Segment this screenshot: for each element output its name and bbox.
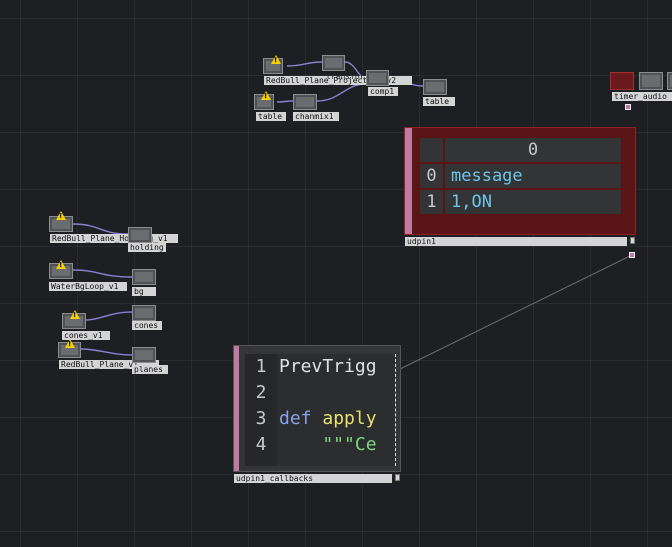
scroll-edge xyxy=(395,354,397,466)
table-row: 1 1,ON xyxy=(418,188,623,216)
timer-node[interactable] xyxy=(610,72,634,90)
callbacks-node-label: udpin1_callbacks xyxy=(234,474,392,483)
warning-icon xyxy=(56,211,66,220)
line-number: 2 xyxy=(255,382,267,403)
bg-null-node[interactable] xyxy=(132,269,156,285)
holding-null-node[interactable] xyxy=(128,227,152,243)
cones-null-node[interactable] xyxy=(132,305,156,321)
udpin-table-viewer[interactable]: 0 0 message 1 1,ON xyxy=(404,127,636,235)
table2-node-label: table xyxy=(423,97,455,106)
warning-icon xyxy=(56,260,66,269)
warning-icon xyxy=(271,55,281,64)
code-function-name: apply xyxy=(322,408,377,429)
code-docstring: """Ce xyxy=(279,434,377,455)
line-number: 4 xyxy=(255,434,267,455)
warning-icon xyxy=(261,91,271,100)
code-line: PrevTrigg xyxy=(279,354,377,380)
table-cell[interactable]: 1,ON xyxy=(443,188,623,216)
chanmix-node[interactable] xyxy=(293,94,317,110)
cones-null-label: cones xyxy=(132,321,162,330)
viewer-flag[interactable] xyxy=(630,237,635,244)
water-source-label: WaterBgLoop_v1 xyxy=(49,282,127,291)
row-index: 1 xyxy=(418,188,445,216)
comp-node[interactable] xyxy=(366,70,389,86)
warning-icon xyxy=(65,339,75,348)
table-header-row: 0 xyxy=(418,136,623,164)
line-number: 3 xyxy=(255,408,267,429)
audio-node[interactable] xyxy=(639,72,663,90)
callbacks-text-viewer[interactable]: 1 2 3 4 PrevTrigg def apply """Ce xyxy=(233,345,401,472)
line-number-gutter: 1 2 3 4 xyxy=(245,354,277,466)
bg-null-label: bg xyxy=(132,287,156,296)
column-header: 0 xyxy=(443,136,623,164)
transform-node-label: transform xyxy=(326,72,364,81)
cluster-output-port[interactable] xyxy=(625,104,631,110)
planes-null-node[interactable] xyxy=(132,347,156,363)
udpin-node-label: udpin1 xyxy=(405,237,627,246)
planes-null-label: planes xyxy=(132,365,168,374)
code-area[interactable]: PrevTrigg def apply """Ce xyxy=(277,354,395,466)
holding-null-label: holding xyxy=(128,243,166,252)
code-identifier: PrevTrigg xyxy=(279,356,377,377)
viewer-active-stripe xyxy=(405,128,412,234)
comp-node-label: comp1 xyxy=(368,87,398,96)
holding-source-label: RedBull_Plane_Holding_v1 xyxy=(50,234,178,243)
table2-node[interactable] xyxy=(423,79,447,95)
table1-node-label: table xyxy=(256,112,286,121)
transform-node[interactable] xyxy=(322,55,345,71)
line-number: 1 xyxy=(255,356,267,377)
table-row: 0 message xyxy=(418,162,623,190)
udpin-callback-port[interactable] xyxy=(629,252,635,258)
warning-icon xyxy=(70,310,80,319)
udpin-table: 0 0 message 1 1,ON xyxy=(418,136,623,216)
code-line: def apply xyxy=(279,406,377,432)
offscreen-node[interactable] xyxy=(667,72,672,90)
right-cluster-label: timer_audio xyxy=(612,92,672,101)
table-cell[interactable]: message xyxy=(443,162,623,190)
viewer-flag[interactable] xyxy=(395,474,400,481)
chanmix-node-label: chanmix1 xyxy=(293,112,339,121)
row-index: 0 xyxy=(418,162,445,190)
viewer-active-stripe xyxy=(234,346,239,471)
code-keyword: def xyxy=(279,408,323,429)
code-line: """Ce xyxy=(279,432,377,458)
corner-cell xyxy=(418,136,445,164)
